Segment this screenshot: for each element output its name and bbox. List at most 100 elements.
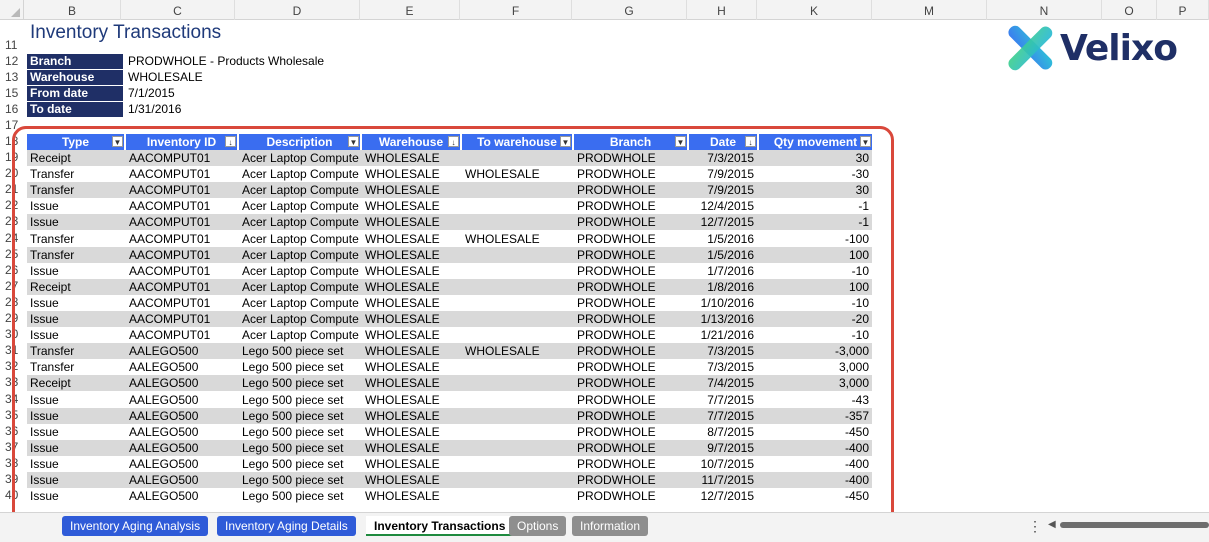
cell-date[interactable]: 1/13/2016: [689, 311, 757, 327]
cell-branch[interactable]: PRODWHOLE: [574, 488, 687, 504]
cell-type[interactable]: Transfer: [27, 182, 124, 198]
cell-branch[interactable]: PRODWHOLE: [574, 359, 687, 375]
cell-inventory-id[interactable]: AACOMPUT01: [126, 263, 237, 279]
cell-type[interactable]: Issue: [27, 198, 124, 214]
cell-warehouse[interactable]: WHOLESALE: [362, 295, 460, 311]
cell-description[interactable]: Acer Laptop Compute: [239, 279, 360, 295]
cell-inventory-id[interactable]: AACOMPUT01: [126, 166, 237, 182]
cell-branch[interactable]: PRODWHOLE: [574, 440, 687, 456]
cell-to-warehouse[interactable]: [462, 214, 572, 230]
cell-description[interactable]: Acer Laptop Compute: [239, 182, 360, 198]
column-header[interactable]: K: [757, 0, 872, 20]
cell-type[interactable]: Receipt: [27, 279, 124, 295]
table-header-date[interactable]: Date ↓: [689, 134, 757, 150]
cell-to-warehouse[interactable]: [462, 392, 572, 408]
cell-qty-movement[interactable]: -1: [759, 214, 872, 230]
row-header[interactable]: 26: [0, 263, 24, 277]
sort-filter-icon[interactable]: ↓: [448, 136, 459, 147]
cell-warehouse[interactable]: WHOLESALE: [362, 359, 460, 375]
cell-qty-movement[interactable]: 3,000: [759, 375, 872, 391]
cell-inventory-id[interactable]: AACOMPUT01: [126, 182, 237, 198]
table-header-qty-movement[interactable]: Qty movement ▼: [759, 134, 872, 150]
row-header[interactable]: 24: [0, 231, 24, 245]
cell-qty-movement[interactable]: 100: [759, 279, 872, 295]
cell-warehouse[interactable]: WHOLESALE: [362, 408, 460, 424]
table-header-inventory-id[interactable]: Inventory ID ↓: [126, 134, 237, 150]
sheet-tab-inventory-transactions[interactable]: Inventory Transactions: [366, 516, 514, 536]
cell-qty-movement[interactable]: -450: [759, 488, 872, 504]
cell-branch[interactable]: PRODWHOLE: [574, 279, 687, 295]
cell-warehouse[interactable]: WHOLESALE: [362, 424, 460, 440]
cell-inventory-id[interactable]: AACOMPUT01: [126, 295, 237, 311]
cell-date[interactable]: 7/7/2015: [689, 392, 757, 408]
cell-to-warehouse[interactable]: [462, 311, 572, 327]
cell-qty-movement[interactable]: -20: [759, 311, 872, 327]
row-header[interactable]: 18: [0, 134, 24, 148]
cell-date[interactable]: 1/10/2016: [689, 295, 757, 311]
sort-filter-icon[interactable]: ↓: [745, 136, 756, 147]
cell-to-warehouse[interactable]: [462, 327, 572, 343]
cell-inventory-id[interactable]: AACOMPUT01: [126, 279, 237, 295]
horizontal-scrollbar[interactable]: [1060, 522, 1209, 528]
cell-date[interactable]: 1/5/2016: [689, 231, 757, 247]
cell-type[interactable]: Issue: [27, 424, 124, 440]
cell-type[interactable]: Issue: [27, 263, 124, 279]
cell-description[interactable]: Lego 500 piece set: [239, 440, 360, 456]
select-all-corner[interactable]: [0, 0, 24, 20]
cell-date[interactable]: 1/21/2016: [689, 327, 757, 343]
cell-to-warehouse[interactable]: [462, 198, 572, 214]
cell-qty-movement[interactable]: -10: [759, 263, 872, 279]
row-header[interactable]: 12: [0, 54, 24, 68]
cell-to-warehouse[interactable]: WHOLESALE: [462, 166, 572, 182]
cell-warehouse[interactable]: WHOLESALE: [362, 198, 460, 214]
column-header[interactable]: G: [572, 0, 687, 20]
cell-date[interactable]: 8/7/2015: [689, 424, 757, 440]
cell-description[interactable]: Acer Laptop Compute: [239, 247, 360, 263]
cell-warehouse[interactable]: WHOLESALE: [362, 214, 460, 230]
cell-date[interactable]: 10/7/2015: [689, 456, 757, 472]
table-header-to-warehouse[interactable]: To warehouse ▼: [462, 134, 572, 150]
cell-description[interactable]: Acer Laptop Compute: [239, 231, 360, 247]
cell-qty-movement[interactable]: -357: [759, 408, 872, 424]
cell-warehouse[interactable]: WHOLESALE: [362, 182, 460, 198]
cell-description[interactable]: Acer Laptop Compute: [239, 263, 360, 279]
cell-qty-movement[interactable]: -10: [759, 295, 872, 311]
cell-type[interactable]: Issue: [27, 295, 124, 311]
cell-warehouse[interactable]: WHOLESALE: [362, 311, 460, 327]
cell-warehouse[interactable]: WHOLESALE: [362, 166, 460, 182]
more-options-icon[interactable]: ⋮: [1028, 518, 1042, 535]
cell-to-warehouse[interactable]: [462, 488, 572, 504]
cell-inventory-id[interactable]: AALEGO500: [126, 359, 237, 375]
cell-warehouse[interactable]: WHOLESALE: [362, 327, 460, 343]
table-header-branch[interactable]: Branch ▼: [574, 134, 687, 150]
cell-type[interactable]: Issue: [27, 440, 124, 456]
cell-date[interactable]: 7/3/2015: [689, 359, 757, 375]
cell-qty-movement[interactable]: -10: [759, 327, 872, 343]
cell-inventory-id[interactable]: AALEGO500: [126, 456, 237, 472]
cell-description[interactable]: Lego 500 piece set: [239, 359, 360, 375]
cell-type[interactable]: Receipt: [27, 375, 124, 391]
row-header[interactable]: 25: [0, 247, 24, 261]
cell-date[interactable]: 12/7/2015: [689, 214, 757, 230]
cell-date[interactable]: 12/7/2015: [689, 488, 757, 504]
row-header[interactable]: 31: [0, 343, 24, 357]
cell-description[interactable]: Acer Laptop Compute: [239, 311, 360, 327]
cell-type[interactable]: Issue: [27, 214, 124, 230]
cell-description[interactable]: Lego 500 piece set: [239, 424, 360, 440]
table-header-type[interactable]: Type ▼: [27, 134, 124, 150]
cell-inventory-id[interactable]: AALEGO500: [126, 424, 237, 440]
cell-description[interactable]: Lego 500 piece set: [239, 408, 360, 424]
filter-dropdown-icon[interactable]: ▼: [860, 136, 871, 147]
cell-description[interactable]: Lego 500 piece set: [239, 375, 360, 391]
row-header[interactable]: 21: [0, 182, 24, 196]
filter-dropdown-icon[interactable]: ▼: [112, 136, 123, 147]
sheet-tab-information[interactable]: Information: [572, 516, 649, 536]
cell-qty-movement[interactable]: -1: [759, 198, 872, 214]
cell-date[interactable]: 1/8/2016: [689, 279, 757, 295]
cell-date[interactable]: 7/7/2015: [689, 408, 757, 424]
cell-branch[interactable]: PRODWHOLE: [574, 295, 687, 311]
cell-to-warehouse[interactable]: [462, 295, 572, 311]
cell-warehouse[interactable]: WHOLESALE: [362, 375, 460, 391]
cell-qty-movement[interactable]: -450: [759, 424, 872, 440]
cell-to-warehouse[interactable]: [462, 150, 572, 166]
